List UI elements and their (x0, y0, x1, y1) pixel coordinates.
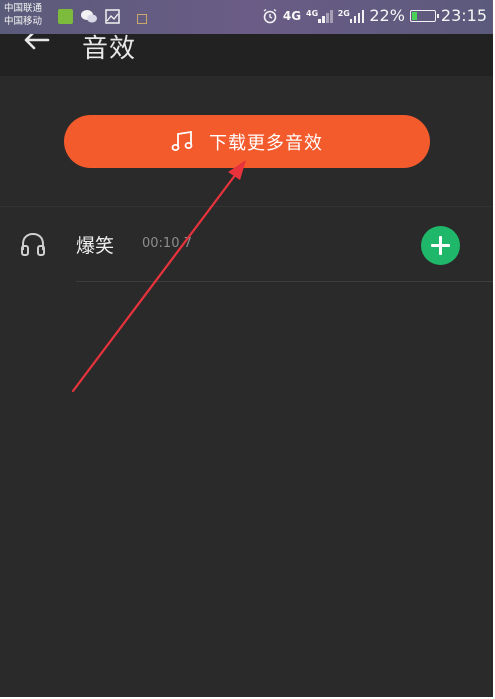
battery-percent: 22% (369, 6, 405, 25)
status-right: 4G 4G 2G 22% 23:15 (262, 6, 487, 25)
alarm-icon (263, 8, 277, 23)
wechat-icon (81, 9, 97, 22)
sound-title: 爆笑 (76, 235, 115, 257)
carrier-2: 中国移动 (4, 16, 43, 27)
status-time: 23:15 (440, 6, 487, 25)
list-divider (76, 281, 493, 282)
list-item[interactable]: 爆笑 00:10.7 (0, 207, 493, 281)
small-notification-icon (137, 14, 147, 24)
screen: 中国联通 中国移动 4G 4G 2G 22% 23:15 音效 下载更多音效 爆… (0, 0, 493, 697)
header: 音效 (0, 34, 493, 76)
music-note-icon (171, 130, 193, 151)
headphones-icon (21, 232, 45, 256)
annotation-arrow (71, 160, 246, 393)
network-label-1: 4G (282, 8, 302, 23)
notification-icons (58, 8, 147, 24)
carrier-labels: 中国联通 中国移动 (4, 2, 42, 28)
download-more-sounds-button[interactable]: 下载更多音效 (64, 115, 430, 168)
signal-icon-2: 2G (338, 9, 365, 23)
battery-fill (411, 11, 418, 20)
gallery-icon (105, 8, 120, 24)
back-arrow-icon[interactable] (22, 34, 52, 54)
signal-icon: 4G (306, 9, 333, 23)
download-more-label: 下载更多音效 (209, 132, 323, 154)
app-notification-icon (58, 8, 73, 24)
status-bar: 中国联通 中国移动 4G 4G 2G 22% 23:15 (0, 0, 493, 34)
network-label-2: 4G (306, 8, 319, 18)
network-label-3: 2G (337, 8, 350, 18)
carrier-1: 中国联通 (4, 3, 43, 14)
add-icon[interactable] (421, 226, 460, 265)
page-title: 音效 (82, 34, 137, 64)
battery-icon (409, 9, 439, 22)
sound-duration: 00:10.7 (142, 236, 192, 251)
